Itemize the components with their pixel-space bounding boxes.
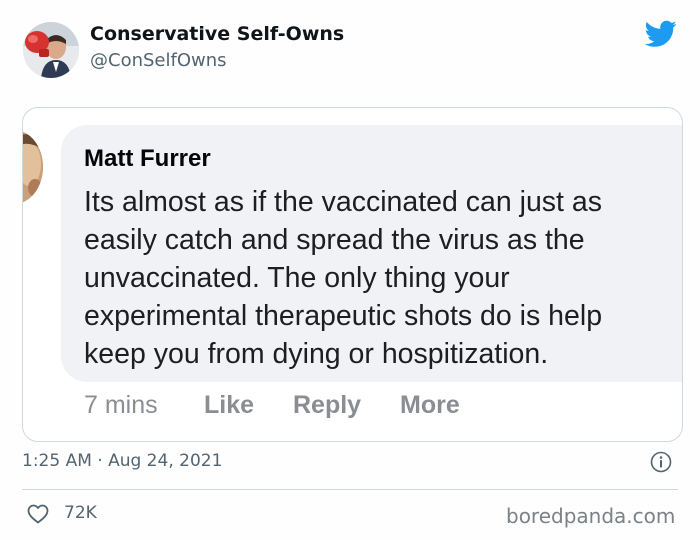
commenter-photo [23,130,43,204]
source-watermark: boredpanda.com [506,504,676,528]
comment-line: easily catch and spread the virus as the [84,224,585,256]
profile-avatar[interactable] [23,22,79,78]
comment-bubble: Matt Furrer Its almost as if the vaccina… [61,125,682,382]
divider [22,489,678,490]
display-name[interactable]: Conservative Self-Owns [90,23,344,45]
commenter-avatar [23,130,43,204]
comment-author[interactable]: Matt Furrer [84,145,211,173]
comment-reply-link[interactable]: Reply [293,391,361,420]
comment-line: unvaccinated. The only thing your [84,262,510,294]
boxing-glove-avatar [23,22,79,78]
like-count[interactable]: 72K [64,503,97,523]
tweet-timestamp[interactable]: 1:25 AM · Aug 24, 2021 [22,451,222,471]
info-icon[interactable] [650,451,672,473]
heart-icon[interactable] [26,502,50,526]
account-handle[interactable]: @ConSelfOwns [90,50,227,71]
comment-line: Its almost as if the vaccinated can just… [84,186,602,218]
comment-line: keep you from dying or hospitization. [84,338,549,370]
tweet-card: Conservative Self-Owns @ConSelfOwns Matt… [0,0,700,540]
embedded-screenshot[interactable]: Matt Furrer Its almost as if the vaccina… [22,107,683,442]
comment-line: experimental therapeutic shots do is hel… [84,300,603,332]
comment-like-link[interactable]: Like [204,391,254,420]
comment-text: Its almost as if the vaccinated can just… [84,183,682,373]
twitter-bird-icon[interactable] [645,20,677,48]
comment-more-link[interactable]: More [400,391,460,420]
comment-time: 7 mins [84,391,158,419]
